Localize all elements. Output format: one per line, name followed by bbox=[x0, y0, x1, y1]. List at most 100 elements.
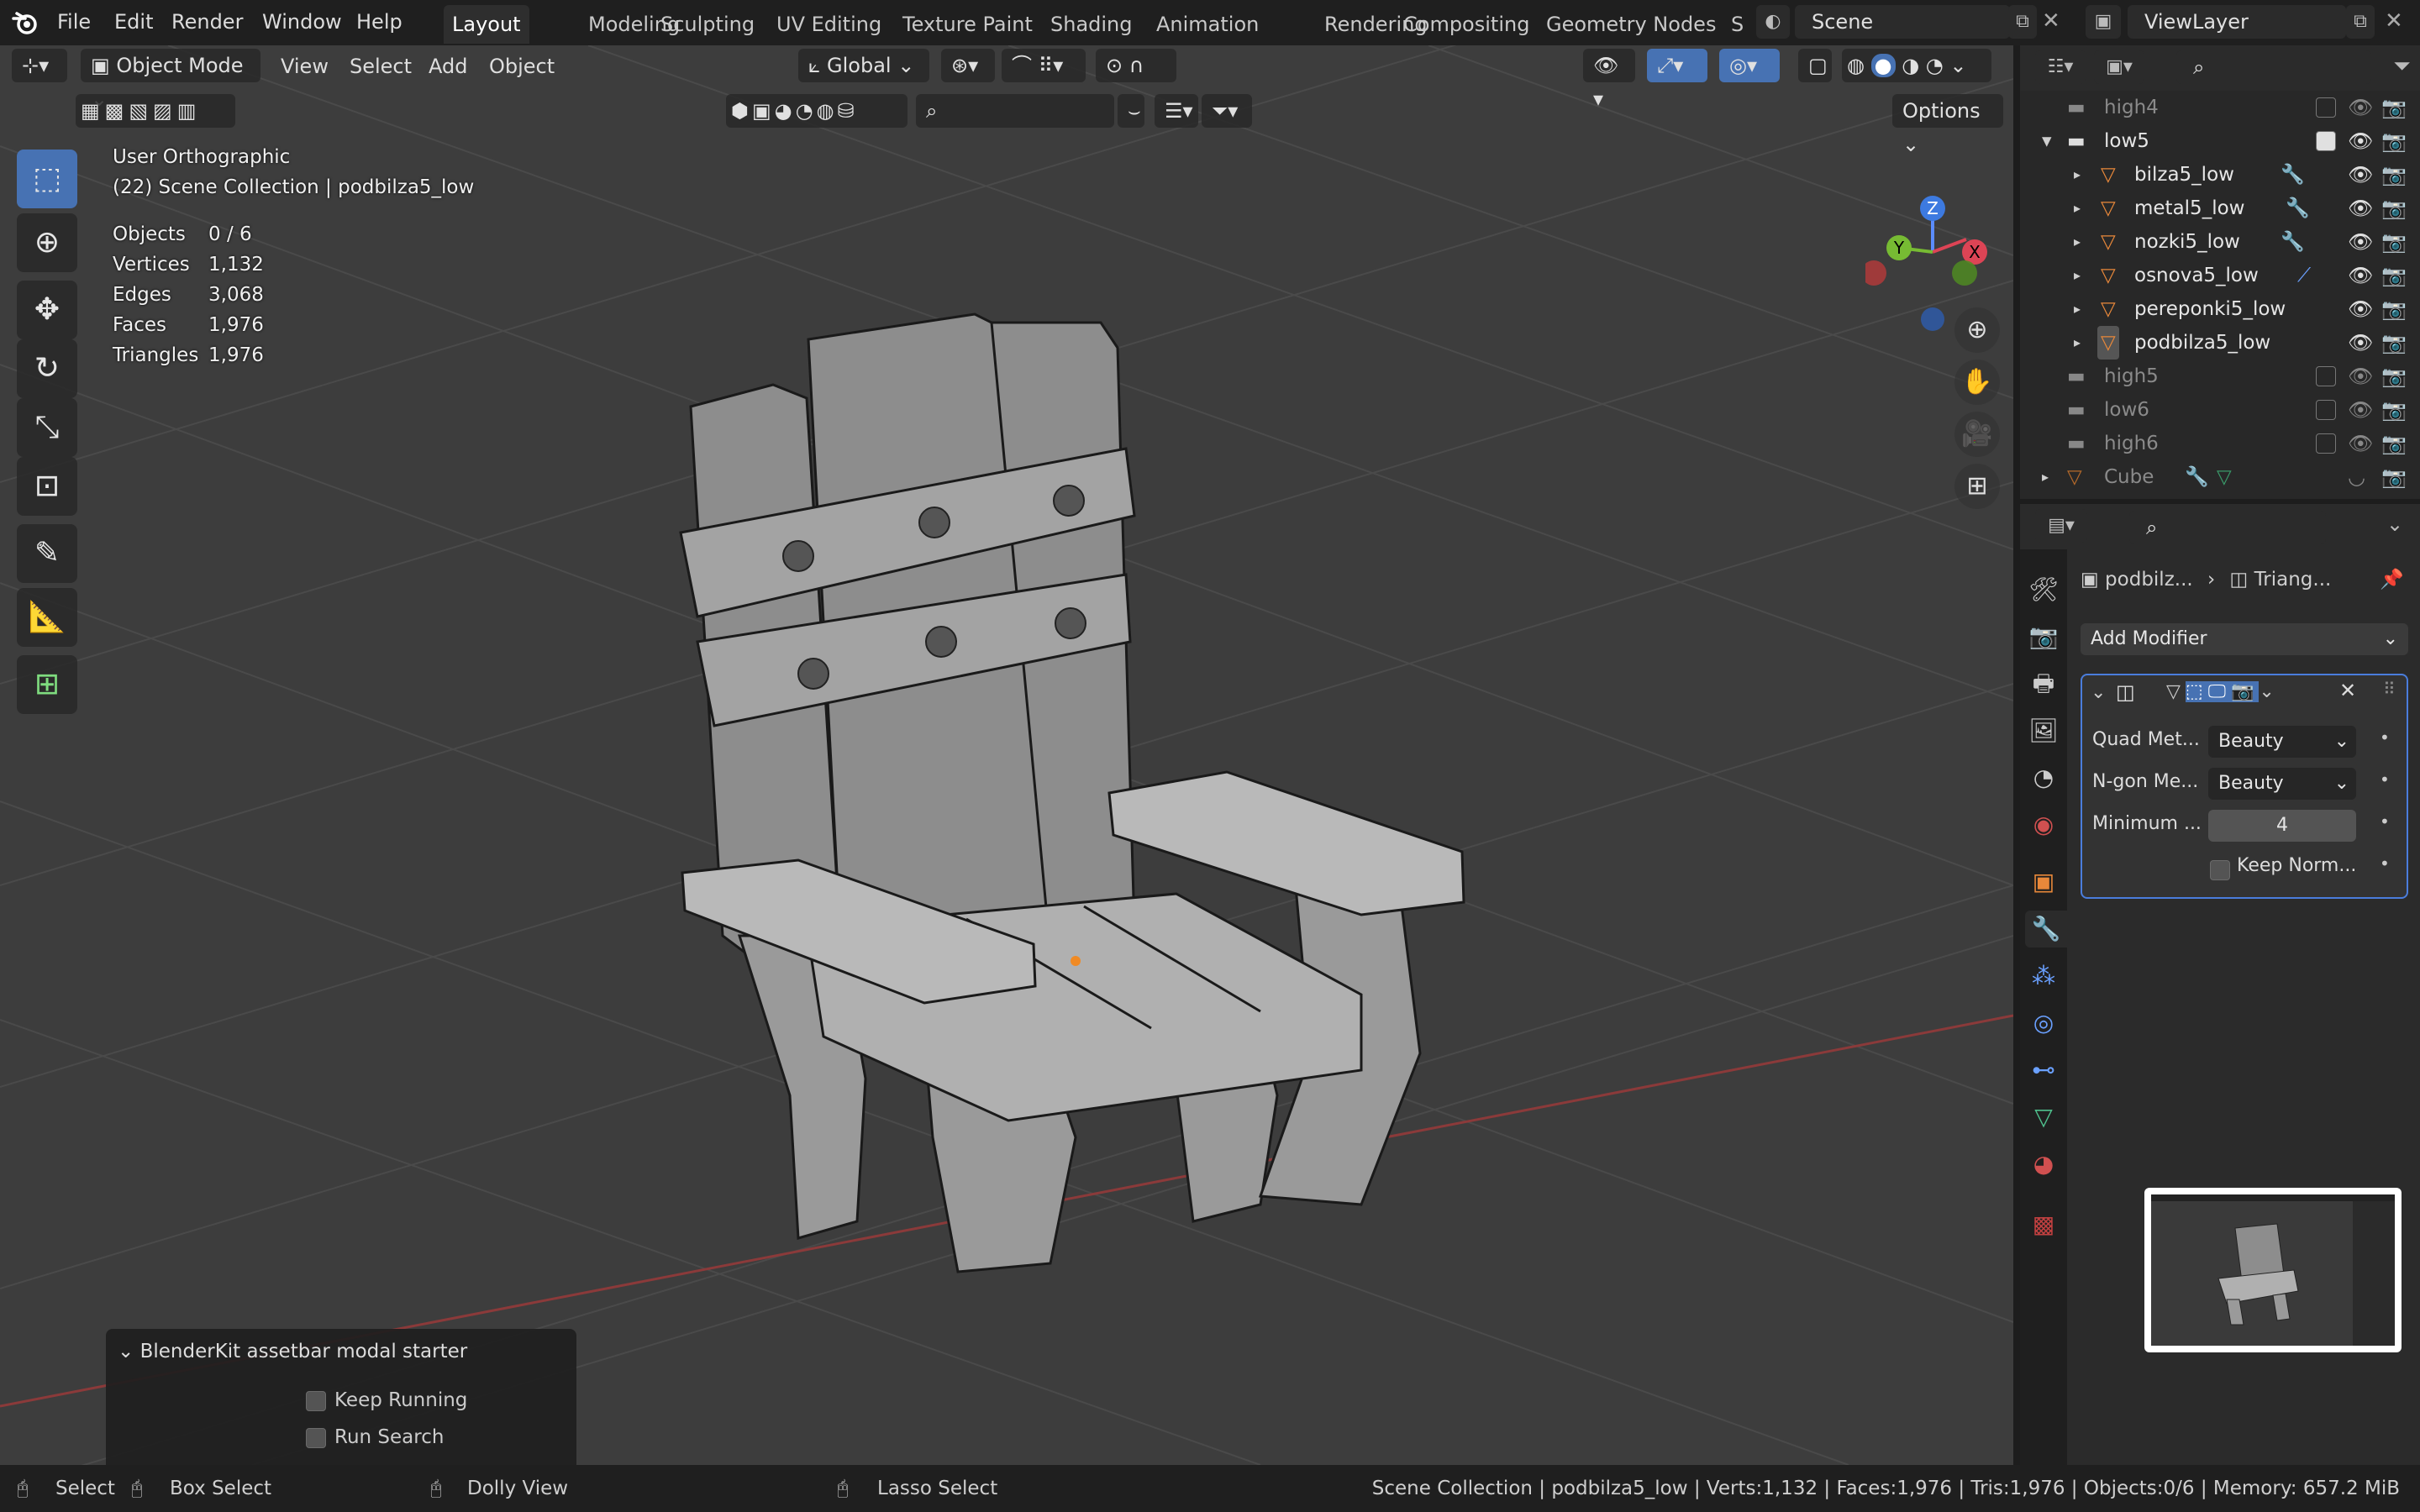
visibility-eye-icon[interactable]: 👁 bbox=[2348, 427, 2373, 460]
delete-view-layer-icon[interactable]: ✕ bbox=[2385, 8, 2403, 34]
rendered-shading-icon[interactable]: ◔ bbox=[1926, 54, 1944, 77]
outliner-row-nozki5-low[interactable]: ▸ ▽ nozki5_low 🔧 👁 📷 bbox=[2020, 225, 2420, 259]
tab-shading[interactable]: Shading bbox=[1042, 5, 1141, 44]
tab-compositing[interactable]: Compositing bbox=[1395, 5, 1538, 44]
world-tab-icon[interactable]: ◉ bbox=[2025, 806, 2062, 843]
ngon-method-select[interactable]: Beauty ⌄ bbox=[2208, 768, 2356, 800]
select-box-tool-icon[interactable]: ⬚ bbox=[17, 150, 77, 208]
solid-shading-icon[interactable]: ● bbox=[1870, 54, 1896, 77]
particles-tab-icon[interactable]: ⁂ bbox=[2025, 958, 2062, 995]
snap-icon[interactable]: ⌒ ⠿▾ bbox=[1002, 49, 1086, 82]
chevron-down-icon[interactable]: ▾ bbox=[2042, 124, 2052, 158]
tab-scripting[interactable]: S bbox=[1723, 5, 1752, 44]
filter-icon[interactable]: ⏷▾ bbox=[1202, 94, 1252, 128]
proportional-edit-icon[interactable]: ⊙ ∩ bbox=[1096, 49, 1176, 82]
chevron-right-icon[interactable]: ▸ bbox=[2074, 192, 2081, 225]
exclude-checkbox[interactable] bbox=[2316, 366, 2336, 386]
quad-method-select[interactable]: Beauty ⌄ bbox=[2208, 726, 2356, 758]
exclude-checkbox[interactable] bbox=[2316, 97, 2336, 118]
rotate-tool-icon[interactable]: ↻ bbox=[17, 339, 77, 398]
outliner-editor-type-icon[interactable]: ☷▾ bbox=[2035, 50, 2086, 84]
exclude-checkbox[interactable] bbox=[2316, 433, 2336, 454]
outliner-row-bilza5-low[interactable]: ▸ ▽ bilza5_low 🔧 👁 📷 bbox=[2020, 158, 2420, 192]
new-view-layer-icon[interactable]: ⧉ bbox=[2346, 5, 2375, 39]
render-icon[interactable]: 📷 bbox=[2230, 681, 2260, 702]
menu-file[interactable]: File bbox=[57, 5, 91, 39]
display-mode-icon[interactable]: ▣▾ bbox=[2094, 50, 2144, 84]
menu-help[interactable]: Help bbox=[356, 5, 402, 39]
render-camera-icon[interactable]: 📷 bbox=[2381, 124, 2407, 158]
keyframe-dot-icon[interactable]: • bbox=[2380, 727, 2390, 748]
tab-animation[interactable]: Animation bbox=[1148, 5, 1267, 44]
outliner-search-input[interactable]: ⌕ bbox=[2176, 50, 2371, 84]
transform-tool-icon[interactable]: ⊡ bbox=[17, 457, 77, 516]
screen-thumbnail[interactable] bbox=[2144, 1188, 2402, 1352]
measure-tool-icon[interactable]: 📐 bbox=[17, 588, 77, 647]
wireframe-shading-icon[interactable]: ◍ bbox=[1847, 54, 1865, 77]
constraints-tab-icon[interactable]: ⊷ bbox=[2025, 1052, 2062, 1089]
asset-search-input[interactable]: ⌕ bbox=[916, 94, 1114, 128]
data-tab-icon[interactable]: ▽ bbox=[2025, 1099, 2062, 1136]
transform-orientation[interactable]: ⟀ Global ⌄ bbox=[798, 49, 929, 82]
view-layer-icon[interactable]: ▣ bbox=[2086, 5, 2121, 39]
modifier-wrench-icon[interactable]: 🔧 bbox=[2281, 225, 2305, 259]
mode-selector[interactable]: ▣ Object Mode ⌄ bbox=[81, 49, 260, 111]
scene-selector-icon[interactable]: ◐ bbox=[1756, 5, 1790, 39]
menu-view[interactable]: View bbox=[281, 47, 329, 86]
mesh-data-icon[interactable]: ▽ bbox=[2217, 460, 2232, 494]
exclude-checkbox-checked[interactable] bbox=[2316, 131, 2336, 151]
chevron-down-icon[interactable]: ⌄ bbox=[2386, 512, 2403, 536]
tab-uv-editing[interactable]: UV Editing bbox=[768, 5, 890, 44]
modifier-wrench-icon[interactable]: ⟋ bbox=[2297, 259, 2311, 292]
menu-select[interactable]: Select bbox=[350, 47, 412, 86]
modifier-wrench-icon[interactable]: 🔧 bbox=[2286, 192, 2310, 225]
properties-search-input[interactable]: ⌕ bbox=[2129, 511, 2326, 544]
visibility-eye-icon[interactable]: 👁 bbox=[2348, 393, 2373, 427]
add-cube-tool-icon[interactable]: ⊞ bbox=[17, 655, 77, 714]
pivot-point-icon[interactable]: ⊛▾ bbox=[941, 49, 995, 82]
chevron-down-icon[interactable]: ⌄ bbox=[1949, 54, 1966, 77]
tool-tab-icon[interactable]: 🛠 bbox=[2025, 571, 2062, 608]
output-tab-icon[interactable]: 🖶 bbox=[2025, 665, 2062, 702]
texture-tab-icon[interactable]: ▩ bbox=[2025, 1206, 2062, 1243]
outliner-row-podbilza5-low[interactable]: ▸ ▽ podbilza5_low 👁 📷 bbox=[2020, 326, 2420, 360]
move-tool-icon[interactable]: ✥ bbox=[17, 281, 77, 339]
chevron-down-icon[interactable]: ⌄ bbox=[2259, 681, 2279, 702]
close-icon[interactable]: ✕ bbox=[2339, 679, 2356, 702]
render-camera-icon[interactable]: 📷 bbox=[2381, 360, 2407, 393]
material-shading-icon[interactable]: ◑ bbox=[1902, 54, 1919, 77]
list-filter-icon[interactable]: ☰▾ bbox=[1155, 94, 1198, 128]
pin-icon[interactable]: 📌 bbox=[2380, 563, 2404, 596]
drag-handle-icon[interactable]: ⠿ bbox=[2383, 679, 2396, 699]
delete-scene-icon[interactable]: ✕ bbox=[2042, 8, 2060, 34]
material-tab-icon[interactable]: ◕ bbox=[2025, 1146, 2062, 1183]
overlay-toggle-icon[interactable]: ◎▾ bbox=[1719, 49, 1780, 82]
view-layer-tab-icon[interactable]: 🖼 bbox=[2025, 712, 2062, 749]
viewport-display-icon[interactable]: 🖵 bbox=[2207, 681, 2231, 702]
outliner-row-high6[interactable]: ▬ high6 👁 📷 bbox=[2020, 427, 2420, 460]
outliner-row-osnova5-low[interactable]: ▸ ▽ osnova5_low ⟋ 👁 📷 bbox=[2020, 259, 2420, 292]
editor-type-button[interactable]: ⊹▾ bbox=[12, 49, 67, 82]
view-layer-field[interactable]: ViewLayer bbox=[2128, 5, 2346, 39]
render-camera-icon[interactable]: 📷 bbox=[2381, 292, 2407, 326]
keep-running-checkbox[interactable] bbox=[306, 1391, 326, 1411]
chevron-right-icon[interactable]: ▸ bbox=[2074, 225, 2081, 259]
outliner-row-cube[interactable]: ▸ ▽ Cube 🔧 ▽ ◡ 📷 bbox=[2020, 460, 2420, 494]
hidden-eye-icon[interactable]: ◡ bbox=[2348, 460, 2365, 494]
properties-editor-type-icon[interactable]: ▤▾ bbox=[2035, 509, 2087, 543]
tab-geometry-nodes[interactable]: Geometry Nodes bbox=[1538, 5, 1724, 44]
pan-hand-icon[interactable]: ✋ bbox=[1954, 360, 2000, 405]
visibility-eye-icon[interactable]: 👁 bbox=[2348, 192, 2373, 225]
menu-object[interactable]: Object bbox=[489, 47, 555, 86]
tab-texture-paint[interactable]: Texture Paint bbox=[894, 5, 1041, 44]
outliner-row-high5[interactable]: ▬ high5 👁 📷 bbox=[2020, 360, 2420, 393]
outliner-row-low5[interactable]: ▾ ▬ low5 👁 📷 bbox=[2020, 124, 2420, 158]
visibility-eye-icon[interactable]: 👁 bbox=[2348, 124, 2373, 158]
scene-name-field[interactable]: Scene bbox=[1795, 5, 2010, 39]
camera-icon[interactable]: 🎥 bbox=[1954, 412, 2000, 457]
visibility-eye-icon[interactable]: 👁 bbox=[2348, 326, 2373, 360]
render-camera-icon[interactable]: 📷 bbox=[2381, 326, 2407, 360]
select-mode-group[interactable]: ▦▩▧▨▥ bbox=[76, 94, 235, 128]
scale-tool-icon[interactable]: ⤡ bbox=[17, 398, 77, 457]
keyframe-dot-icon[interactable]: • bbox=[2380, 811, 2390, 832]
